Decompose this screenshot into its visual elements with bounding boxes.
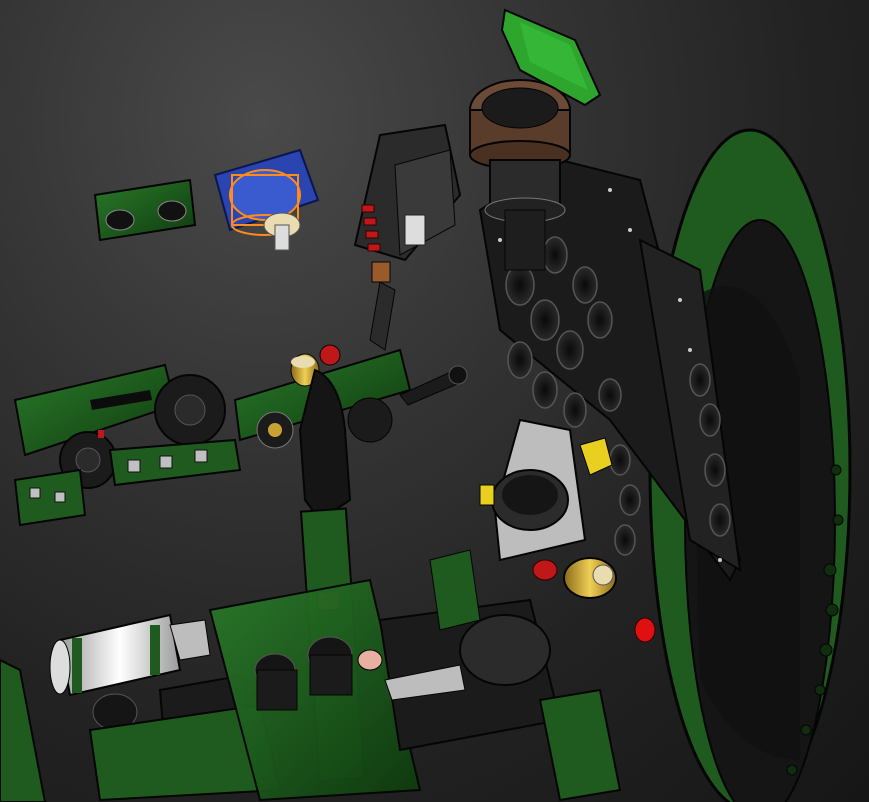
throttle-quadrant-left[interactable] (13, 363, 242, 527)
bracket-top-left[interactable] (93, 178, 197, 242)
seat-mounting-frame[interactable] (208, 549, 622, 802)
left-edge-bracket[interactable] (0, 658, 47, 802)
cockpit-assembly-model (0, 8, 852, 802)
trim-wheel-bracket[interactable] (233, 344, 468, 449)
selected-compass-housing[interactable] (213, 148, 320, 251)
switch-box[interactable] (353, 123, 462, 351)
cad-viewport[interactable] (0, 0, 869, 802)
